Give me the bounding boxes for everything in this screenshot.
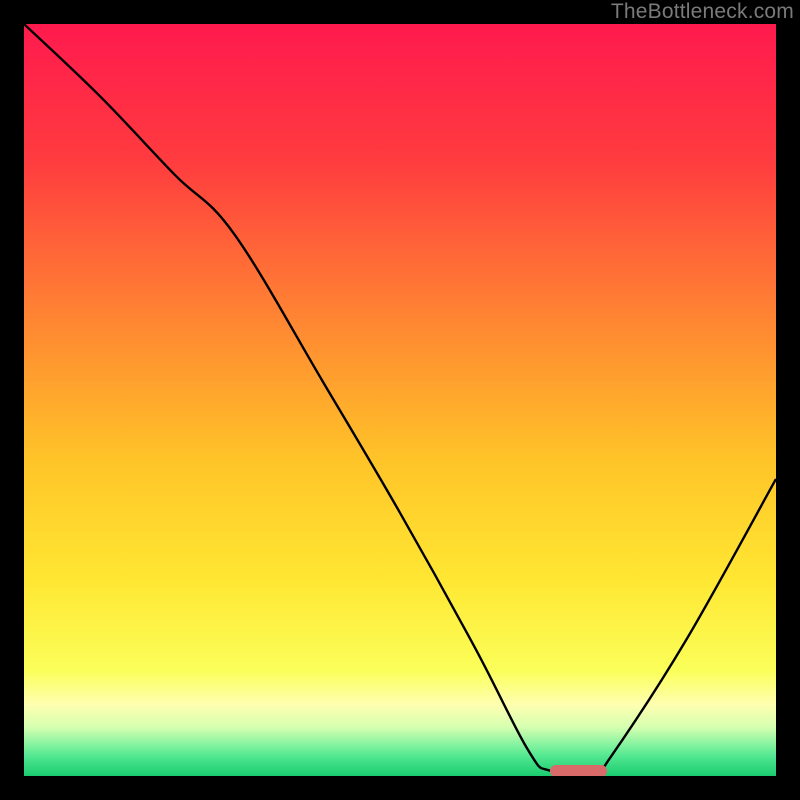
chart-frame: TheBottleneck.com — [0, 0, 800, 800]
watermark-text: TheBottleneck.com — [611, 0, 794, 24]
plot-area — [24, 24, 776, 776]
optimal-region-marker — [550, 765, 606, 776]
bottleneck-curve — [24, 24, 776, 776]
